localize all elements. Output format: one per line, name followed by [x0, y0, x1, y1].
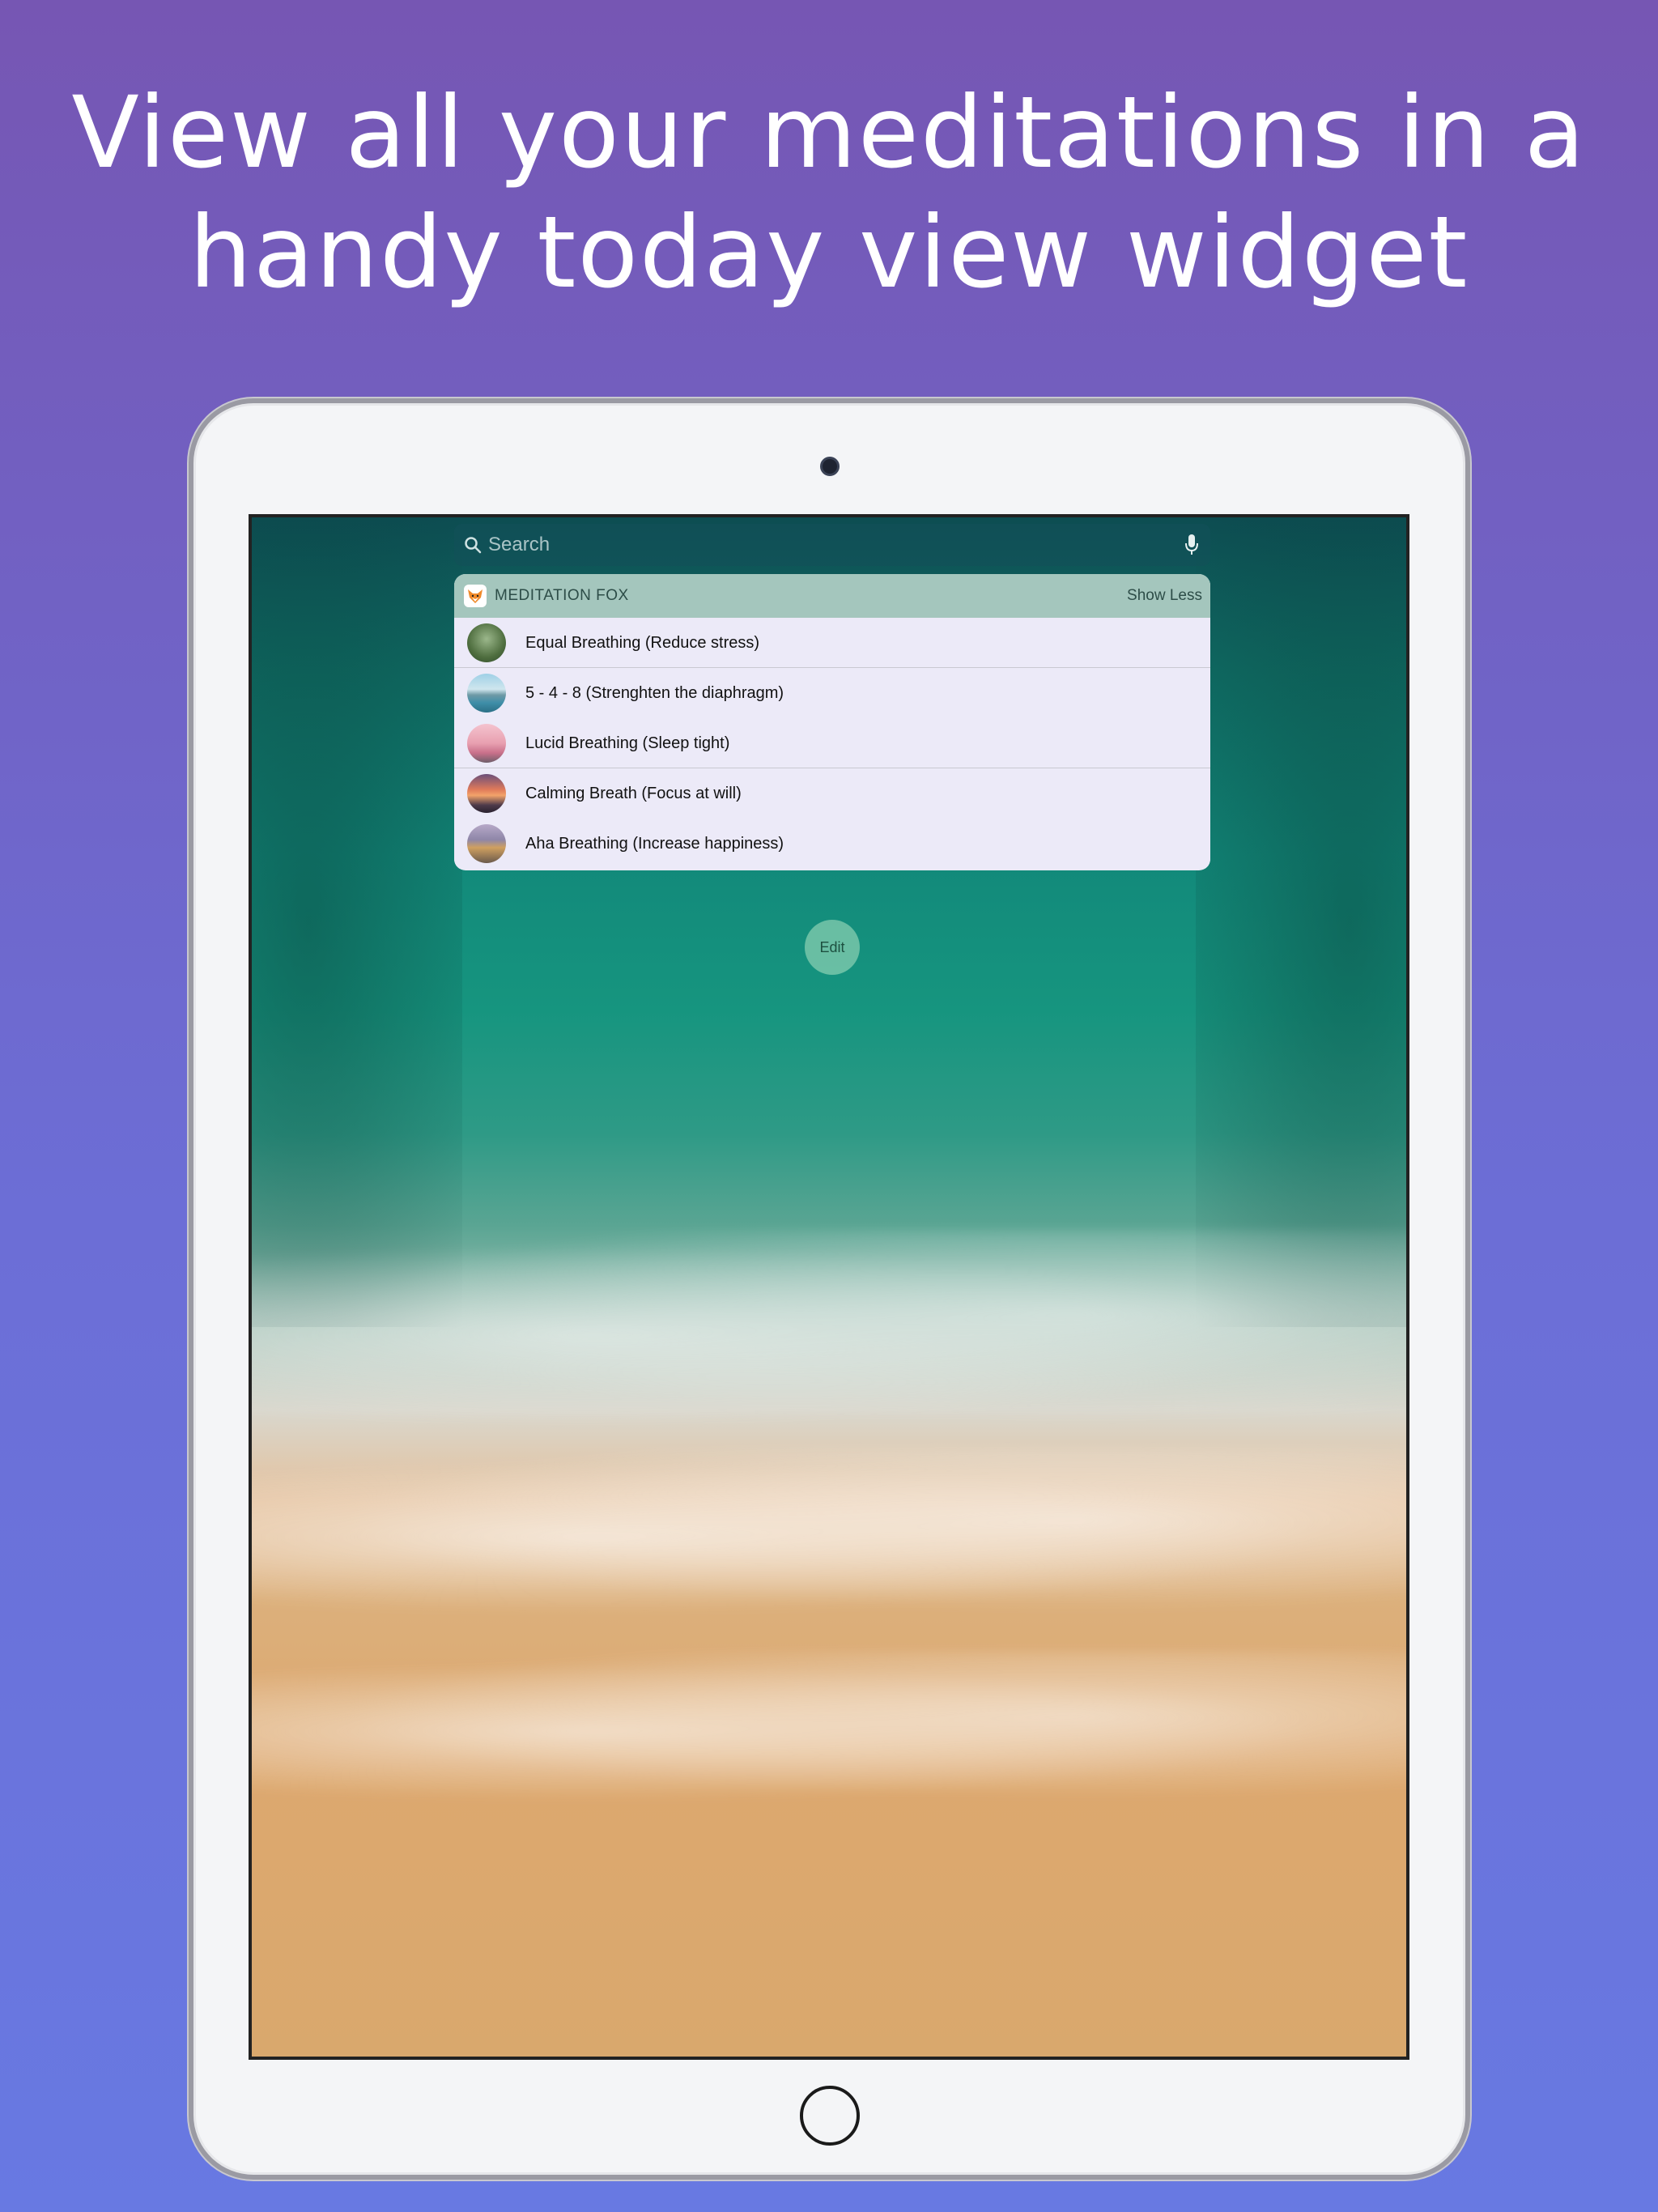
wallpaper-sand: [252, 1829, 1406, 2057]
meditation-title: Calming Breath (Focus at will): [525, 784, 742, 802]
meditation-title: Equal Breathing (Reduce stress): [525, 633, 760, 652]
wallpaper-shade: [252, 517, 462, 1327]
edit-button[interactable]: Edit: [805, 920, 860, 975]
meditation-list-item[interactable]: Lucid Breathing (Sleep tight): [454, 718, 1210, 768]
wallpaper-foam: [252, 1651, 1406, 1813]
headline-line-1: View all your meditations in a: [71, 75, 1587, 190]
headline-line-2: handy today view widget: [189, 195, 1469, 310]
widget-app-name: MEDITATION FOX: [495, 587, 629, 604]
mountain-lake-thumbnail: [467, 674, 506, 713]
wallpaper-foam: [252, 1448, 1406, 1627]
meditation-title: 5 - 4 - 8 (Strenghten the diaphragm): [525, 683, 784, 702]
show-less-button[interactable]: Show Less: [1127, 587, 1202, 605]
pink-sky-thumbnail: [467, 724, 506, 763]
meditation-widget: MEDITATION FOX Show Less Equal Breathing…: [454, 574, 1210, 870]
wallpaper-foam: [252, 1230, 1406, 1440]
meditation-list-item[interactable]: Equal Breathing (Reduce stress): [454, 618, 1210, 668]
ipad-screen: Search MEDITATION FOX Show Less Equal Br…: [249, 514, 1409, 2060]
sunset-thumbnail: [467, 774, 506, 813]
headline: View all your meditations in a handy tod…: [0, 73, 1658, 313]
meditation-list-item[interactable]: Aha Breathing (Increase happiness): [454, 819, 1210, 869]
search-icon: [465, 537, 482, 554]
search-input[interactable]: Search: [488, 534, 1184, 556]
beach-thumbnail: [467, 824, 506, 863]
meditation-list-item[interactable]: Calming Breath (Focus at will): [454, 768, 1210, 819]
meditation-list-item[interactable]: 5 - 4 - 8 (Strenghten the diaphragm): [454, 668, 1210, 718]
widget-header: MEDITATION FOX Show Less: [454, 574, 1210, 618]
home-button[interactable]: [800, 2086, 860, 2146]
meditation-title: Lucid Breathing (Sleep tight): [525, 734, 730, 752]
forest-thumbnail: [467, 623, 506, 662]
wallpaper-shade: [1196, 517, 1406, 1327]
fox-icon: [464, 585, 487, 607]
meditation-title: Aha Breathing (Increase happiness): [525, 834, 784, 853]
microphone-icon[interactable]: [1184, 534, 1199, 556]
camera-icon: [820, 457, 840, 476]
search-bar[interactable]: Search: [454, 524, 1210, 566]
